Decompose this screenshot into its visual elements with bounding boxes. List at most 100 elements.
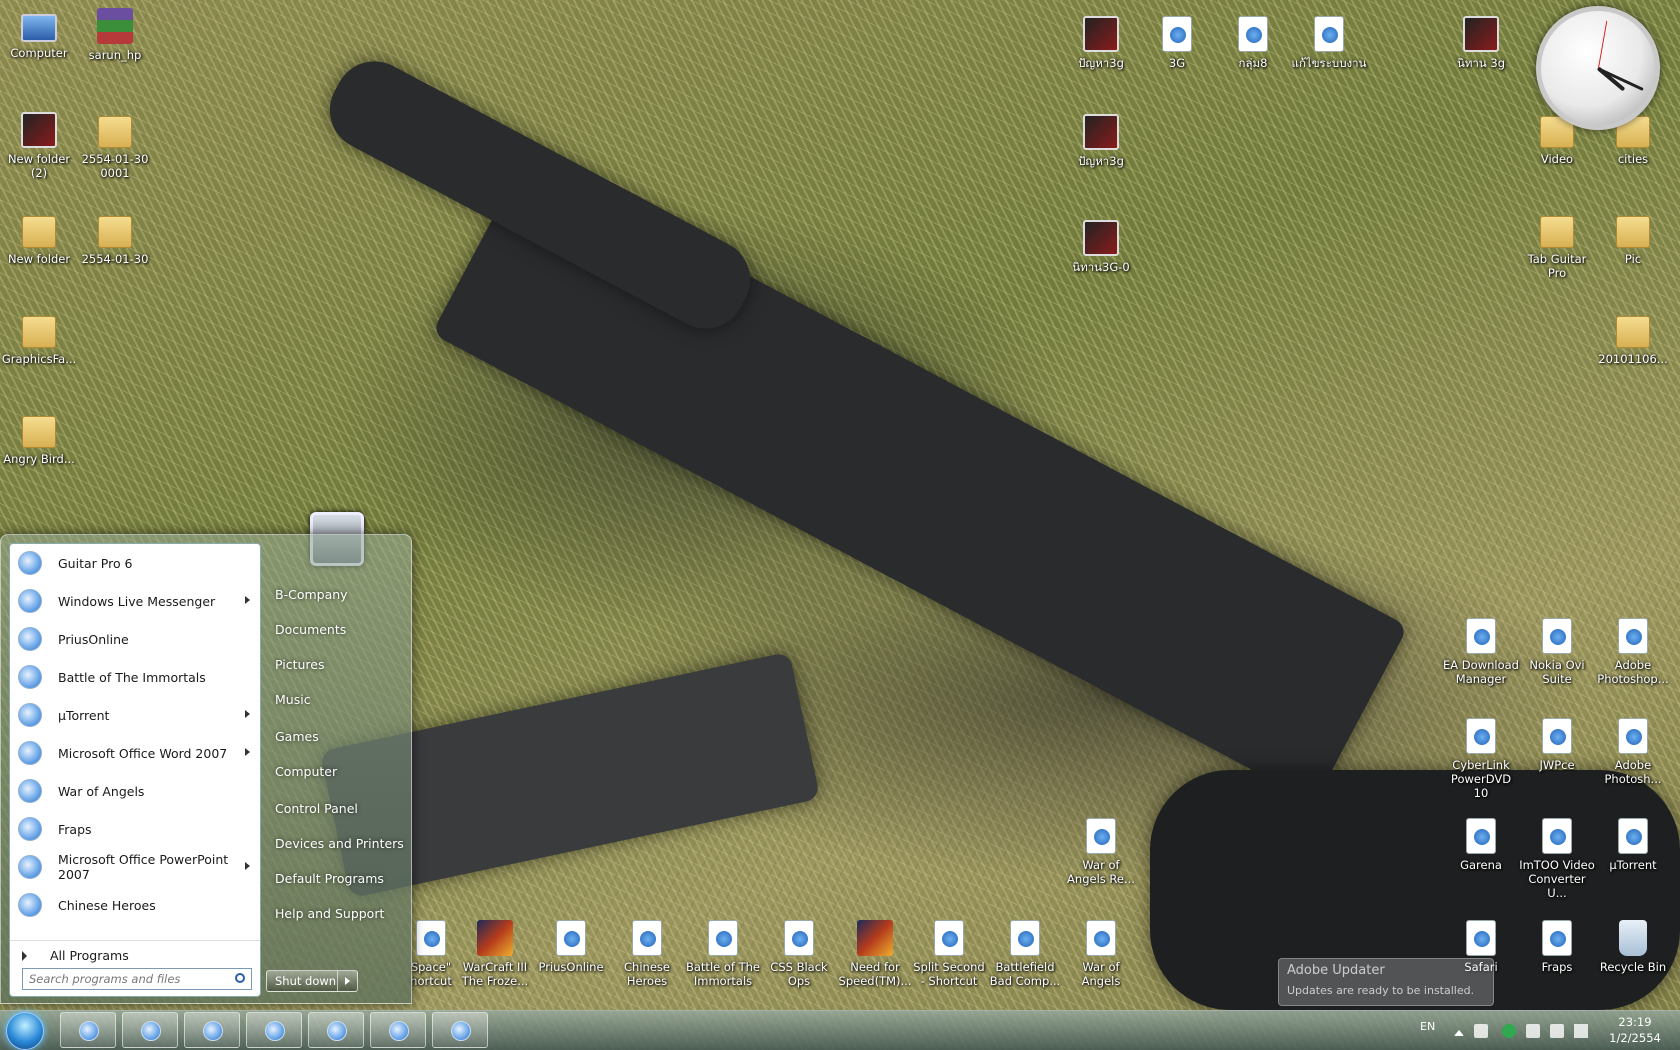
taskbar-app-button[interactable]: [60, 1012, 116, 1048]
taskbar-app-button[interactable]: [308, 1012, 364, 1048]
image-thumbnail-icon: [1083, 220, 1119, 256]
program-label: Battle of The Immortals: [58, 669, 206, 685]
recent-programs-list: Guitar Pro 6 Windows Live Messenger PriusO…: [10, 544, 260, 924]
all-programs-button[interactable]: All Programs: [10, 940, 260, 970]
program-item[interactable]: Windows Live Messenger: [10, 582, 260, 620]
submenu-arrow-icon[interactable]: [245, 596, 250, 604]
shortcut-icon: [1086, 818, 1116, 854]
program-item[interactable]: Microsoft Office Word 2007: [10, 734, 260, 772]
place-item[interactable]: Music: [275, 692, 311, 707]
search-input[interactable]: Search programs and files: [22, 968, 252, 990]
desktop-icon[interactable]: CyberLink PowerDVD 10: [1442, 718, 1520, 800]
desktop-icon[interactable]: 2554-01-30: [76, 212, 154, 266]
program-item[interactable]: µTorrent: [10, 696, 260, 734]
desktop-icon[interactable]: EA Download Manager: [1442, 618, 1520, 686]
clock-gadget[interactable]: [1536, 6, 1660, 130]
desktop-icon[interactable]: New folder: [0, 212, 78, 266]
start-button[interactable]: [2, 1010, 46, 1050]
desktop-icon[interactable]: CSS Black Ops: [760, 920, 838, 988]
shutdown-options-arrow-icon[interactable]: [337, 971, 357, 991]
desktop-icon[interactable]: ImTOO Video Converter U...: [1518, 818, 1596, 900]
program-item[interactable]: War of Angels: [10, 772, 260, 810]
display-tray-icon[interactable]: [1550, 1024, 1564, 1038]
desktop-icon[interactable]: Garena: [1442, 818, 1520, 872]
place-item[interactable]: Documents: [275, 622, 346, 637]
desktop-icon[interactable]: Recycle Bin: [1594, 920, 1672, 974]
place-item[interactable]: Control Panel: [275, 801, 358, 816]
taskbar-app-button[interactable]: [122, 1012, 178, 1048]
program-item[interactable]: Guitar Pro 6: [10, 544, 260, 582]
shortcut-icon: [416, 920, 446, 956]
desktop-icon[interactable]: นิทาน3G-0: [1062, 220, 1140, 274]
adobe-updater-notification[interactable]: Adobe Updater Updates are ready to be in…: [1278, 958, 1494, 1006]
desktop-icon-label: Fraps: [1541, 960, 1573, 974]
desktop-icon-label: War of Angels: [1081, 960, 1121, 988]
desktop-icon[interactable]: Computer: [0, 8, 78, 60]
desktop-icon[interactable]: ปัญหา3g: [1062, 16, 1140, 70]
place-item[interactable]: Default Programs: [275, 871, 384, 886]
place-item[interactable]: Computer: [275, 764, 337, 779]
search-icon[interactable]: [235, 973, 245, 983]
desktop-icon[interactable]: แก้ไขระบบงาน: [1290, 16, 1368, 70]
desktop-icon-label: Chinese Heroes: [624, 960, 670, 988]
language-indicator[interactable]: EN: [1420, 1020, 1435, 1033]
desktop-icon[interactable]: Nokia Ovi Suite: [1518, 618, 1596, 686]
desktop-icon[interactable]: Angry Bird...: [0, 412, 78, 466]
folder-icon: [22, 216, 56, 248]
desktop-icon[interactable]: กลุ่ม8: [1214, 16, 1292, 70]
desktop-icon[interactable]: 3G: [1138, 16, 1216, 70]
volume-icon[interactable]: [1574, 1024, 1588, 1038]
desktop-icon[interactable]: ปัญหา3g: [1062, 114, 1140, 168]
program-item[interactable]: Fraps: [10, 810, 260, 848]
program-item[interactable]: Chinese Heroes: [10, 886, 260, 924]
program-item[interactable]: Microsoft Office PowerPoint 2007: [10, 848, 260, 886]
desktop-icon[interactable]: Need for Speed(TM)...: [836, 920, 914, 988]
place-item[interactable]: Pictures: [275, 657, 325, 672]
desktop-icon[interactable]: War of Angels Re...: [1062, 818, 1140, 886]
messenger-tray-icon[interactable]: [1502, 1024, 1516, 1038]
shutdown-button[interactable]: Shut down: [266, 970, 358, 992]
program-item[interactable]: Battle of The Immortals: [10, 658, 260, 696]
show-hidden-icons-icon[interactable]: [1454, 1030, 1464, 1036]
taskbar-app-button[interactable]: [370, 1012, 426, 1048]
desktop-icon[interactable]: Fraps: [1518, 920, 1596, 974]
desktop-icon[interactable]: War of Angels: [1062, 920, 1140, 988]
desktop-icon[interactable]: sarun_hp: [76, 8, 154, 62]
desktop-icon[interactable]: Battlefield Bad Comp...: [986, 920, 1064, 988]
desktop-icon[interactable]: Adobe Photosh...: [1594, 718, 1672, 786]
desktop-icon[interactable]: 2554-01-30 0001: [76, 112, 154, 180]
desktop-icon[interactable]: New folder (2): [0, 112, 78, 180]
desktop-icon[interactable]: Tab Guitar Pro: [1518, 212, 1596, 280]
place-item[interactable]: Games: [275, 729, 319, 744]
program-item[interactable]: PriusOnline: [10, 620, 260, 658]
place-item[interactable]: Devices and Printers: [275, 836, 404, 851]
taskbar-app-button[interactable]: [184, 1012, 240, 1048]
desktop-icon-label: PriusOnline: [538, 960, 604, 974]
desktop-icon[interactable]: นิทาน 3g: [1442, 16, 1520, 70]
desktop-icon[interactable]: WarCraft III The Froze...: [456, 920, 534, 988]
desktop-icon[interactable]: GraphicsFa...: [0, 312, 78, 366]
submenu-arrow-icon[interactable]: [245, 748, 250, 756]
place-item[interactable]: Help and Support: [275, 906, 384, 921]
submenu-arrow-icon[interactable]: [245, 710, 250, 718]
desktop-icon[interactable]: µTorrent: [1594, 818, 1672, 872]
desktop-icon-label: นิทาน3G-0: [1072, 260, 1130, 274]
desktop-icon[interactable]: Battle of The Immortals: [684, 920, 762, 988]
submenu-arrow-icon[interactable]: [245, 862, 250, 870]
shortcut-icon: [1542, 718, 1572, 754]
desktop-icon-label: Adobe Photosh...: [1604, 758, 1662, 786]
desktop-icon[interactable]: Pic: [1594, 212, 1672, 266]
taskbar-app-button[interactable]: [432, 1012, 488, 1048]
desktop-icon[interactable]: JWPce: [1518, 718, 1596, 772]
network-icon[interactable]: [1474, 1024, 1488, 1038]
desktop-icon[interactable]: Split Second - Shortcut: [910, 920, 988, 988]
place-item[interactable]: B-Company: [275, 587, 348, 602]
desktop-icon[interactable]: Adobe Photoshop...: [1594, 618, 1672, 686]
taskbar-app-button[interactable]: [246, 1012, 302, 1048]
desktop-icon[interactable]: Chinese Heroes: [608, 920, 686, 988]
desktop-icon[interactable]: PriusOnline: [532, 920, 610, 974]
action-center-flag-icon[interactable]: [1526, 1024, 1540, 1038]
desktop-icon-label: JWPce: [1539, 758, 1575, 772]
desktop-icon[interactable]: 20101106...: [1594, 312, 1672, 366]
taskbar-clock[interactable]: 23:19 1/2/2554: [1600, 1014, 1670, 1046]
